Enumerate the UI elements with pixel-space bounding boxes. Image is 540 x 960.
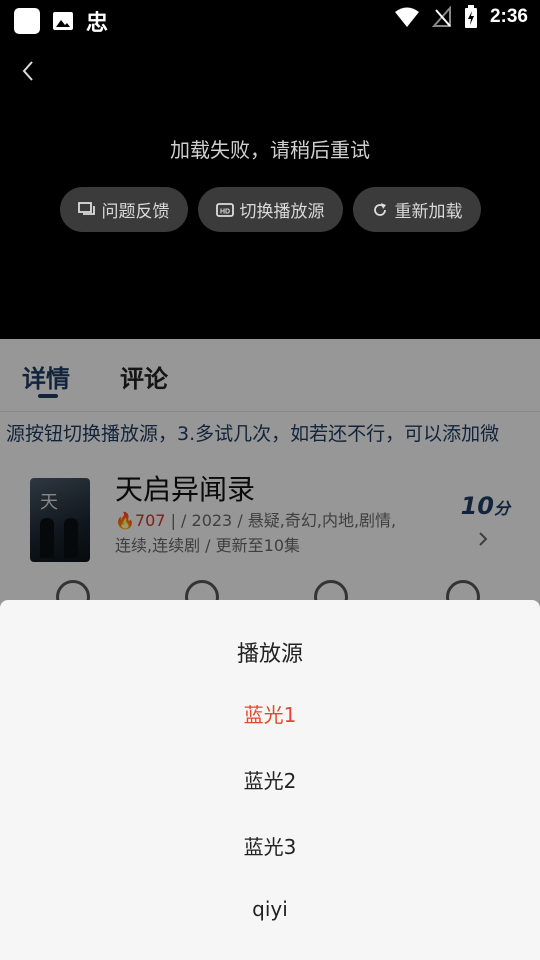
battery-charging-icon: [464, 5, 477, 28]
wifi-icon: [394, 7, 419, 27]
status-time: 2:36: [489, 6, 528, 27]
status-bar: 忠 2:36: [0, 0, 540, 38]
app-notification-icon: [14, 8, 40, 34]
back-arrow-icon[interactable]: [14, 56, 44, 86]
video-player[interactable]: 加载失败，请稍后重试 问题反馈 HD 切换播放源 重新加载: [0, 38, 540, 339]
source-option[interactable]: 蓝光1: [0, 699, 540, 728]
source-picker-sheet: 播放源 蓝光1 蓝光2 蓝光3 qiyi: [0, 600, 540, 960]
svg-text:HD: HD: [219, 208, 229, 215]
source-option[interactable]: 蓝光3: [0, 831, 540, 860]
error-message: 加载失败，请稍后重试: [170, 138, 370, 162]
reload-icon: [373, 202, 386, 216]
switch-source-button[interactable]: HD 切换播放源: [197, 187, 343, 232]
bug-notification-icon: 忠: [86, 11, 109, 36]
switch-source-label: 切换播放源: [239, 202, 325, 222]
feedback-icon: [77, 201, 95, 215]
reload-button[interactable]: 重新加载: [352, 187, 481, 232]
source-option[interactable]: 蓝光2: [0, 765, 540, 794]
reload-label: 重新加载: [394, 202, 463, 222]
source-option[interactable]: qiyi: [0, 897, 540, 921]
sheet-title: 播放源: [236, 642, 303, 667]
feedback-button[interactable]: 问题反馈: [59, 187, 188, 232]
feedback-label: 问题反馈: [101, 202, 170, 222]
no-signal-icon: [431, 6, 451, 27]
hd-source-icon: HD: [215, 202, 234, 217]
player-actions: 问题反馈 HD 切换播放源 重新加载: [0, 187, 540, 232]
image-notification-icon: [53, 12, 73, 30]
